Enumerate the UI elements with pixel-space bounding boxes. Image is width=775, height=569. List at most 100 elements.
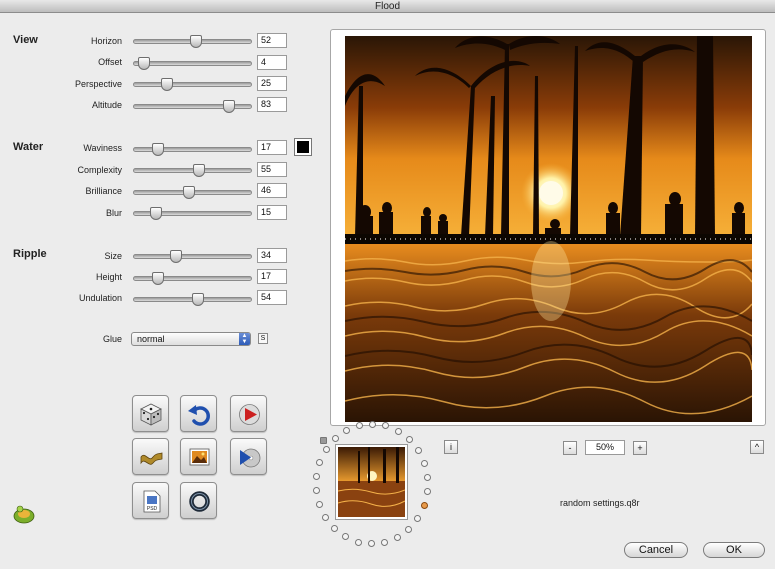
perspective-label: Perspective xyxy=(74,79,122,89)
height-value-field[interactable]: 17 xyxy=(257,269,287,284)
preset-slot[interactable] xyxy=(382,422,390,430)
horizon-slider-thumb[interactable] xyxy=(189,35,202,48)
preset-slot[interactable] xyxy=(355,422,363,430)
wave-icon xyxy=(140,452,163,465)
brilliance-slider[interactable] xyxy=(133,186,252,199)
psd-file-icon: PSD xyxy=(143,490,161,513)
altitude-slider-thumb[interactable] xyxy=(222,100,235,113)
cancel-button[interactable]: Cancel xyxy=(624,542,688,558)
preset-slot[interactable] xyxy=(342,427,350,435)
undulation-label: Undulation xyxy=(78,293,122,303)
offset-label: Offset xyxy=(98,57,122,67)
height-slider[interactable] xyxy=(133,272,252,285)
preset-slot[interactable] xyxy=(381,538,389,546)
preset-slot[interactable] xyxy=(394,533,402,541)
preset-slot[interactable] xyxy=(395,427,402,435)
preset-slot[interactable] xyxy=(312,487,320,495)
waviness-slider-thumb[interactable] xyxy=(152,143,165,156)
blur-label: Blur xyxy=(105,208,122,218)
select-arrows-icon: ▲ ▼ xyxy=(239,333,250,345)
preset-slot[interactable] xyxy=(414,446,422,454)
perspective-value-field[interactable]: 25 xyxy=(257,76,287,91)
waviness-label: Waviness xyxy=(83,143,122,153)
offset-slider[interactable] xyxy=(133,57,252,70)
play-disc-icon xyxy=(240,448,261,468)
info-button[interactable]: i xyxy=(444,440,458,454)
perspective-slider[interactable] xyxy=(133,78,252,91)
preset-slot[interactable] xyxy=(406,435,414,443)
size-value-field[interactable]: 34 xyxy=(257,248,287,263)
offset-value-field[interactable]: 4 xyxy=(257,55,287,70)
ok-button[interactable]: OK xyxy=(703,542,765,558)
preset-slot[interactable] xyxy=(322,445,330,453)
undulation-slider[interactable] xyxy=(133,293,252,306)
complexity-slider[interactable] xyxy=(133,164,252,177)
preset-slot[interactable] xyxy=(414,515,422,523)
water-color-swatch[interactable] xyxy=(294,138,312,156)
preset-slot[interactable] xyxy=(424,488,432,496)
preset-thumbnail[interactable] xyxy=(335,444,408,520)
glue-selected-value: normal xyxy=(137,334,165,344)
horizon-value-field[interactable]: 52 xyxy=(257,33,287,48)
glue-select[interactable]: normal ▲ ▼ xyxy=(131,332,251,346)
brilliance-label: Brilliance xyxy=(85,186,122,196)
wave-button[interactable] xyxy=(132,438,169,475)
preset-slot[interactable] xyxy=(369,420,377,428)
blur-slider[interactable] xyxy=(133,207,252,220)
render-disc-button[interactable] xyxy=(230,438,267,475)
preset-slot[interactable] xyxy=(341,533,349,541)
waviness-slider[interactable] xyxy=(133,143,252,156)
random-dice-button[interactable] xyxy=(132,395,169,432)
preset-slot[interactable] xyxy=(322,514,330,522)
altitude-value-field[interactable]: 83 xyxy=(257,97,287,112)
preset-slot[interactable] xyxy=(354,538,362,546)
brilliance-slider-thumb[interactable] xyxy=(183,186,196,199)
ring-button[interactable] xyxy=(180,482,217,519)
preset-slot[interactable] xyxy=(367,540,375,548)
preset-slot[interactable] xyxy=(420,502,428,510)
preset-thumbnail-image xyxy=(337,447,406,517)
waviness-value-field[interactable]: 17 xyxy=(257,140,287,155)
altitude-label: Altitude xyxy=(91,100,122,110)
ring-icon xyxy=(189,491,210,512)
size-slider-thumb[interactable] xyxy=(170,250,183,263)
complexity-slider-thumb[interactable] xyxy=(192,164,205,177)
blur-slider-thumb[interactable] xyxy=(150,207,163,220)
size-slider[interactable] xyxy=(133,250,252,263)
blur-value-field[interactable]: 15 xyxy=(257,205,287,220)
undulation-value-field[interactable]: 54 xyxy=(257,290,287,305)
preset-slot[interactable] xyxy=(405,525,413,533)
height-slider-thumb[interactable] xyxy=(152,272,165,285)
dice-icon xyxy=(140,403,162,426)
zoom-level-field[interactable]: 50% xyxy=(585,440,625,455)
perspective-slider-thumb[interactable] xyxy=(160,78,173,91)
photo-icon xyxy=(189,448,210,466)
preset-slot-first[interactable] xyxy=(320,437,327,444)
height-label: Height xyxy=(95,272,122,282)
preview-play-button[interactable] xyxy=(230,395,267,432)
zoom-out-button[interactable]: - xyxy=(563,441,577,455)
preset-slot[interactable] xyxy=(330,525,338,533)
expand-button[interactable]: ^ xyxy=(750,440,764,454)
preset-slot[interactable] xyxy=(421,459,429,467)
horizon-label: Horizon xyxy=(90,36,122,46)
export-psd-button[interactable]: PSD xyxy=(132,482,169,519)
preset-slot[interactable] xyxy=(331,435,339,443)
image-button[interactable] xyxy=(180,438,217,475)
plugin-logo-icon xyxy=(13,505,35,524)
horizon-slider[interactable] xyxy=(133,35,252,48)
zoom-in-button[interactable]: + xyxy=(633,441,647,455)
glue-s-button[interactable]: S xyxy=(258,333,268,344)
complexity-value-field[interactable]: 55 xyxy=(257,162,287,177)
altitude-slider[interactable] xyxy=(133,100,252,113)
window-title: Flood xyxy=(374,1,400,12)
preset-slot[interactable] xyxy=(315,501,323,509)
preview-image[interactable] xyxy=(345,36,752,422)
offset-slider-thumb[interactable] xyxy=(138,57,151,70)
preset-slot[interactable] xyxy=(424,473,432,481)
brilliance-value-field[interactable]: 46 xyxy=(257,183,287,198)
preset-slot[interactable] xyxy=(312,472,320,480)
undulation-slider-thumb[interactable] xyxy=(191,293,204,306)
preset-slot[interactable] xyxy=(316,458,324,466)
reset-button[interactable] xyxy=(180,395,217,432)
